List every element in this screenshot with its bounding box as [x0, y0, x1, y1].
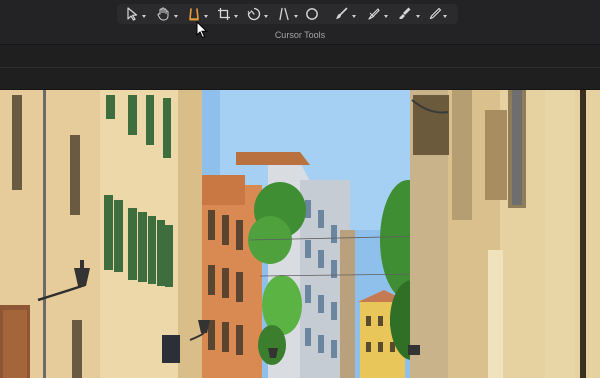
pen-icon — [368, 8, 380, 20]
retime-tool-button[interactable] — [239, 4, 269, 24]
chevron-down-icon — [294, 15, 298, 18]
toolbar-area: Cursor Tools — [0, 0, 600, 44]
marker-tool-button[interactable] — [389, 4, 421, 24]
chevron-down-icon — [234, 15, 238, 18]
chevron-down-icon — [264, 15, 268, 18]
crop-icon — [218, 8, 230, 20]
pencil-tool-button[interactable] — [421, 4, 448, 24]
mouse-pointer-icon — [196, 21, 208, 39]
distort-tool-button[interactable] — [269, 4, 299, 24]
trim-icon — [189, 8, 199, 21]
orange-building — [200, 175, 262, 378]
speedometer-icon — [247, 7, 261, 21]
timeline-header-bar — [0, 67, 600, 90]
chevron-down-icon — [443, 15, 447, 18]
brush-icon — [336, 7, 348, 19]
brush-tool-button[interactable] — [325, 4, 357, 24]
chevron-down-icon — [142, 15, 146, 18]
street-lamp — [408, 345, 420, 355]
hand-icon — [157, 7, 169, 21]
select-tool-button[interactable] — [117, 4, 147, 24]
pencil-icon — [429, 7, 441, 20]
shape-tool-button[interactable] — [299, 4, 325, 24]
chevron-down-icon — [384, 15, 388, 18]
chevron-down-icon — [174, 15, 178, 18]
street-photo-canvas[interactable] — [0, 90, 600, 378]
right-building — [408, 90, 600, 378]
distort-icon — [279, 7, 289, 21]
hand-tool-button[interactable] — [147, 4, 179, 24]
chevron-down-icon — [204, 15, 208, 18]
chevron-down-icon — [416, 15, 420, 18]
marker-icon — [399, 7, 411, 19]
options-bar — [0, 44, 600, 67]
chevron-down-icon — [352, 15, 356, 18]
arrow-select-icon — [127, 7, 138, 21]
toolbar-caption: Cursor Tools — [274, 30, 326, 40]
cursor-tools-group — [117, 4, 458, 24]
crop-tool-button[interactable] — [209, 4, 239, 24]
circle-icon — [306, 8, 318, 20]
pen-tool-button[interactable] — [357, 4, 389, 24]
